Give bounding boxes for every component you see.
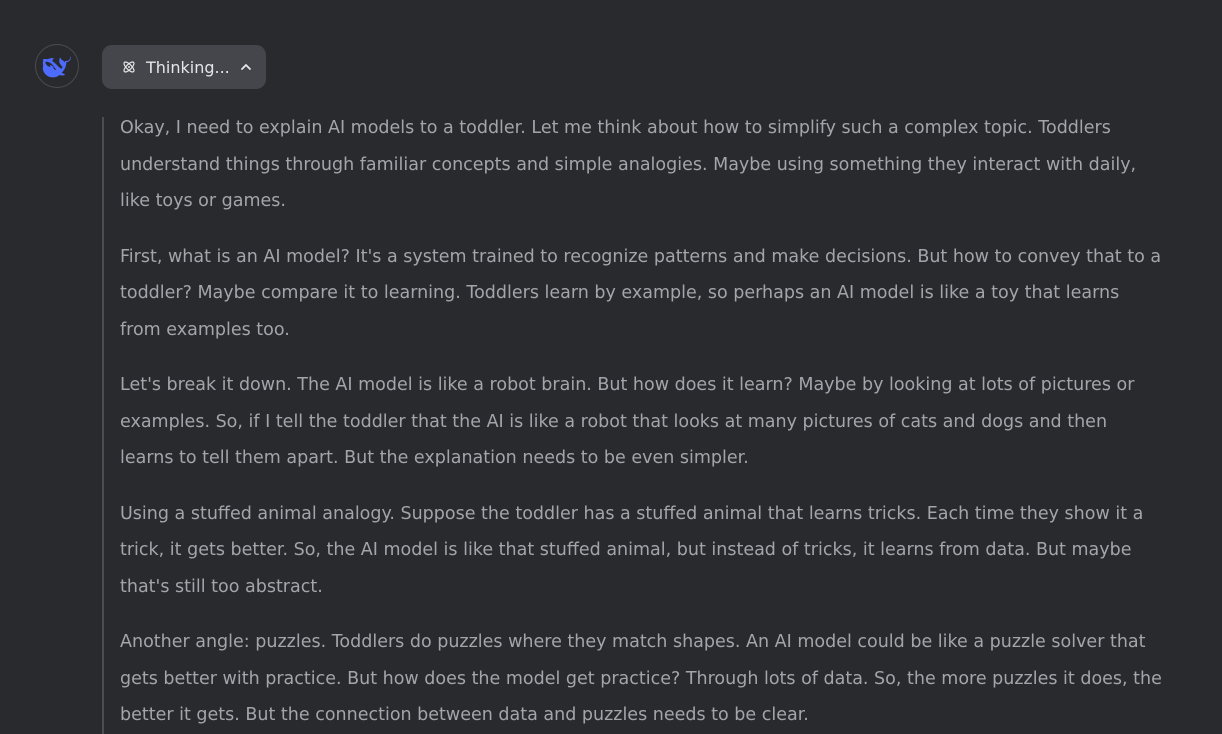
thought-content: Okay, I need to explain AI models to a t…	[102, 117, 1162, 734]
thought-paragraph: Another angle: puzzles. Toddlers do puzz…	[120, 632, 1162, 725]
atom-icon	[121, 59, 137, 75]
chat-message: Thinking... Okay, I need to explain AI m…	[0, 0, 1222, 734]
thought-paragraph: Using a stuffed animal analogy. Suppose …	[120, 503, 1144, 597]
thought-paragraph: Okay, I need to explain AI models to a t…	[120, 118, 1137, 211]
thought-paragraph: Let's break it down. The AI model is lik…	[120, 375, 1135, 468]
deepseek-whale-icon	[42, 56, 71, 78]
thought-paragraph: First, what is an AI model? It's a syste…	[120, 246, 1162, 340]
thinking-label: Thinking...	[146, 57, 230, 77]
chevron-up-icon	[239, 60, 253, 74]
thinking-toggle-button[interactable]: Thinking...	[102, 45, 266, 89]
assistant-avatar	[35, 44, 79, 88]
